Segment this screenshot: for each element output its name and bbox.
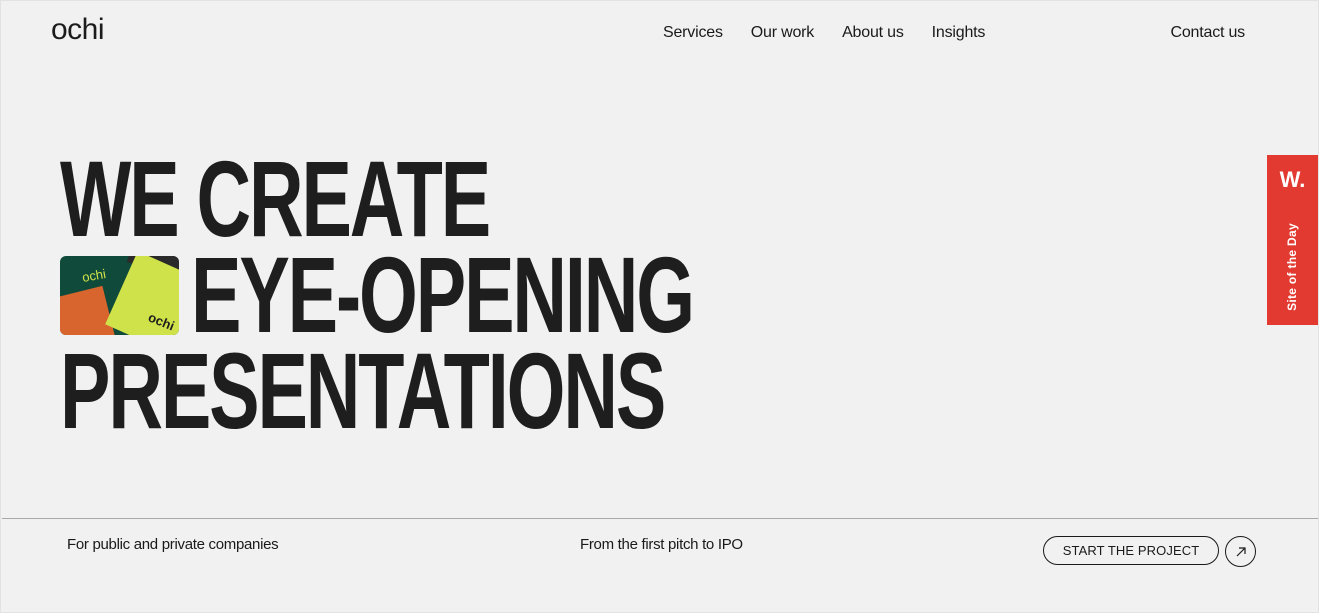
- hero-heading: WE CREATE ochi ochi EYE-OPENING PRESENTA…: [60, 138, 923, 451]
- arrow-up-right-glyph: [1236, 546, 1246, 556]
- hero-line-3: PRESENTATIONS: [60, 330, 666, 451]
- image-card-orange: [60, 285, 116, 335]
- nav-item-about-us[interactable]: About us: [842, 24, 904, 42]
- ochi-logo[interactable]: ochi: [51, 13, 105, 47]
- tagline-companies: For public and private companies: [67, 536, 279, 553]
- hero-line-1: WE CREATE: [60, 138, 491, 259]
- tagline-pitch-to-ipo: From the first pitch to IPO: [580, 536, 743, 553]
- hero-line-2-text: EYE-OPENING: [191, 234, 695, 355]
- hero-presentation-image: ochi ochi: [60, 255, 179, 335]
- nav-item-our-work[interactable]: Our work: [751, 24, 815, 42]
- hero-line-2: ochi ochi EYE-OPENING: [60, 234, 923, 355]
- nav-item-insights[interactable]: Insights: [932, 24, 986, 42]
- arrow-up-right-icon[interactable]: [1225, 536, 1256, 567]
- main-nav: Services Our work About us Insights: [663, 24, 985, 42]
- start-project-button[interactable]: START THE PROJECT: [1043, 536, 1219, 565]
- image-logo-text-a: ochi: [80, 265, 107, 285]
- nav-item-contact-us[interactable]: Contact us: [1171, 24, 1246, 42]
- page: ochi Services Our work About us Insights…: [0, 0, 1319, 613]
- awwwards-logo-icon: W.: [1279, 167, 1306, 192]
- badge-label: Site of the Day: [1285, 223, 1299, 311]
- nav-item-services[interactable]: Services: [663, 24, 723, 42]
- site-of-the-day-badge[interactable]: W. Site of the Day: [1267, 155, 1318, 325]
- divider: [2, 518, 1318, 519]
